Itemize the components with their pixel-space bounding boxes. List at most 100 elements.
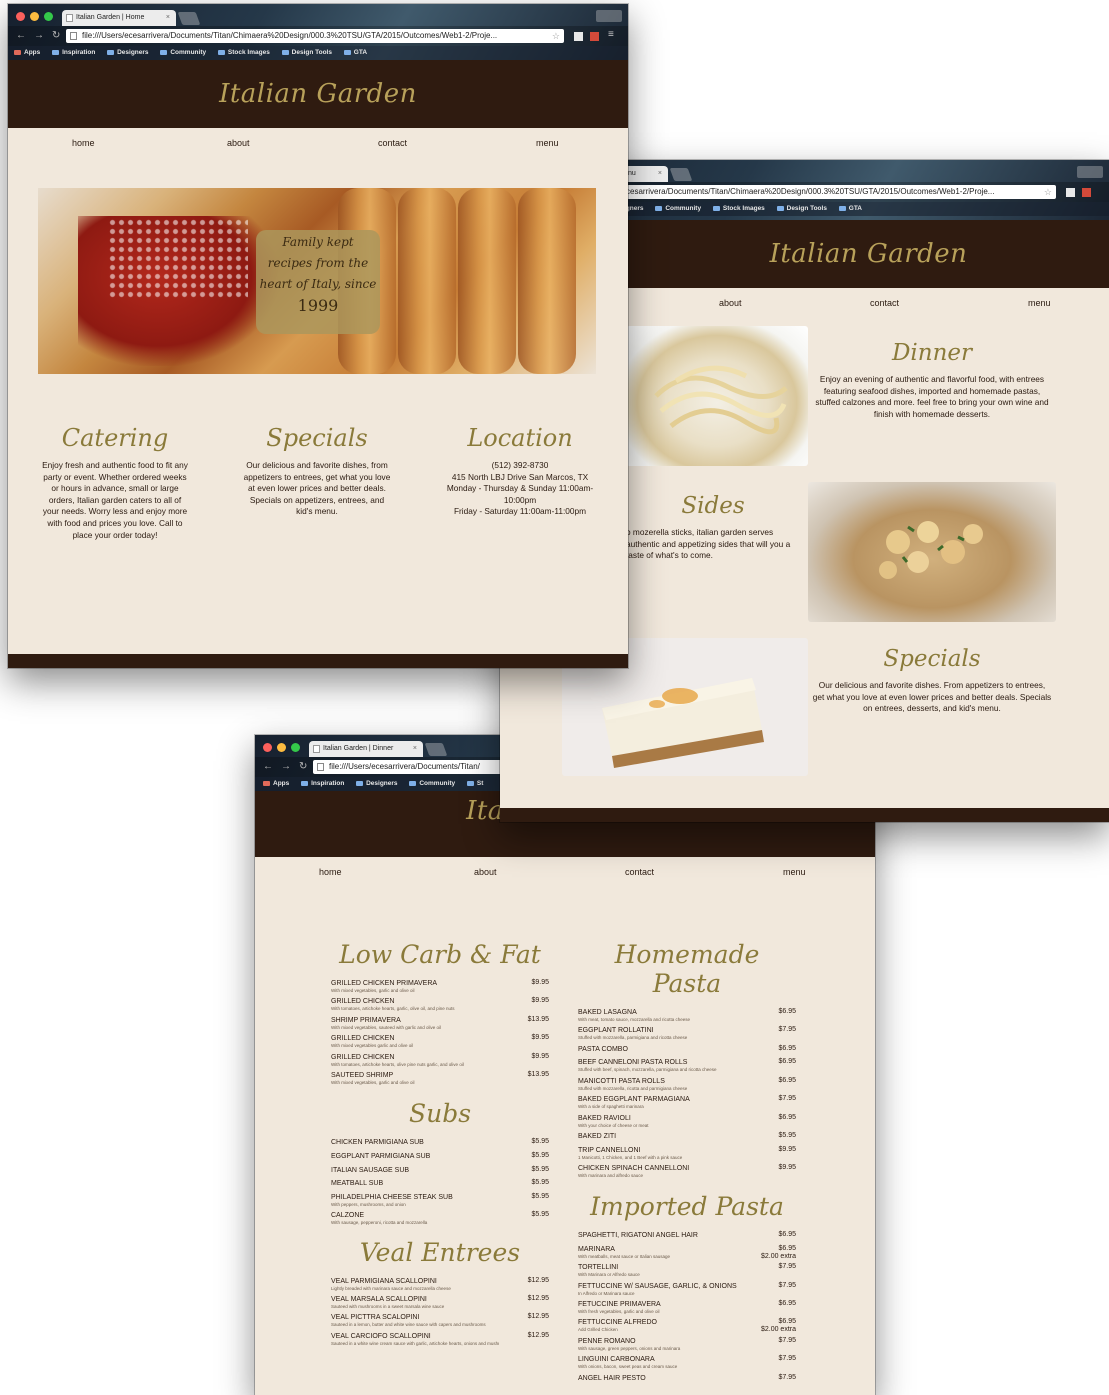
tab-dinner[interactable]: Italian Garden | Dinner ×	[309, 741, 423, 757]
item-name: Tortellini	[578, 1264, 619, 1272]
menu-item: Penne Romano With sausage, green peppers,…	[578, 1337, 796, 1355]
site-header: Italian Garden	[8, 60, 628, 128]
item-name: Marinara	[578, 1245, 615, 1253]
extension-icon[interactable]	[1082, 188, 1091, 197]
browser-chrome: Italian Garden | Home × ← → ↻ file:///Us…	[8, 4, 628, 60]
nav-menu-link[interactable]: menu	[783, 867, 806, 877]
back-arrow-icon[interactable]: ←	[263, 761, 273, 773]
nav-about-link[interactable]: about	[227, 138, 250, 148]
menu-item: Grilled Chicken With tomatoes, artichoke …	[331, 997, 549, 1015]
address-bar[interactable]: cesarrivera/Documents/Titan/Chimaera%20D…	[624, 185, 1056, 199]
tab-title: Italian Garden | Dinner	[323, 745, 394, 752]
item-desc: Stuffed with beef, spinach, mozzarella, …	[578, 1067, 717, 1073]
zoom-window-button[interactable]	[44, 12, 53, 21]
item-price: $7.95	[778, 1026, 796, 1034]
specials-text: Our delicious and favorite dishes, from …	[243, 460, 391, 517]
nav-contact-link[interactable]: contact	[378, 138, 407, 148]
item-price: $5.95	[531, 1165, 549, 1173]
bookmark-design-tools[interactable]: Design Tools	[281, 49, 332, 56]
nav-contact-link[interactable]: contact	[625, 867, 654, 877]
item-name: Chicken Parmigiana Sub	[331, 1139, 424, 1147]
bookmark-apps[interactable]: Apps	[14, 49, 40, 56]
menu-item: Linguini Carbonara With onions, bacon, sw…	[578, 1355, 796, 1373]
close-tab-icon[interactable]: ×	[658, 166, 662, 182]
tab-menu[interactable]: nu ×	[624, 166, 668, 182]
item-desc: In Alfredo or Marinara sauce	[578, 1290, 635, 1296]
item-name: Fetuccine Primavera	[578, 1301, 661, 1309]
extension-icon[interactable]	[1066, 188, 1075, 197]
bookmark-designers[interactable]: Designers	[356, 780, 398, 787]
specials-section: Specials Our delicious and favorite dish…	[812, 646, 1052, 715]
nav-contact-link[interactable]: contact	[870, 298, 899, 308]
bookmark-gta[interactable]: GTA	[343, 49, 367, 56]
item-price: $6.95	[778, 1300, 796, 1308]
menu-item: Eggplant Rollatini Stuffed with mozzarell…	[578, 1026, 796, 1044]
item-price: $9.95	[778, 1163, 796, 1171]
item-price: $13.95	[527, 1015, 549, 1023]
bookmark-community[interactable]: Community	[160, 49, 206, 56]
sides-text: o mozerella sticks, italian garden serve…	[626, 527, 791, 561]
bookmark-stock[interactable]: Stock Images	[217, 49, 270, 56]
new-tab-button[interactable]	[424, 743, 448, 756]
menu-left-column: Low Carb & Fat Grilled Chicken Primavera…	[331, 940, 549, 1350]
badge-line: Family kept	[282, 235, 354, 249]
nav-home-link[interactable]: home	[72, 138, 95, 148]
site-logo[interactable]: Italian Garden	[8, 60, 628, 128]
menu-item: Meatball Sub $5.95	[331, 1179, 549, 1193]
close-window-button[interactable]	[16, 12, 25, 21]
window-profile-button[interactable]	[1077, 166, 1103, 178]
bookmark-star-icon[interactable]: ☆	[552, 29, 560, 43]
new-tab-button[interactable]	[669, 168, 693, 181]
back-arrow-icon[interactable]: ←	[16, 30, 26, 42]
forward-arrow-icon[interactable]: →	[34, 30, 44, 42]
site-footer	[500, 808, 1109, 822]
bookmark-designers[interactable]: Designers	[107, 49, 149, 56]
address-bar[interactable]: file:///Users/ecesarrivera/Documents/Tit…	[66, 29, 564, 43]
menu-item: Trip Cannelloni 1 Manicotti, 1 Chicken, a…	[578, 1146, 796, 1164]
item-desc: With mixed vegetables, garlic and olive …	[331, 1079, 415, 1085]
bookmark-star-icon[interactable]: ☆	[1044, 185, 1052, 199]
bookmark-stock[interactable]: St	[466, 780, 483, 787]
page-icon	[313, 745, 320, 753]
reload-icon[interactable]: ↻	[299, 761, 307, 773]
menu-item: Baked Eggplant Parmagiana With a side of …	[578, 1095, 796, 1113]
bookmark-design-tools[interactable]: Design Tools	[776, 205, 827, 212]
reload-icon[interactable]: ↻	[52, 30, 60, 42]
close-tab-icon[interactable]: ×	[413, 741, 417, 757]
hamburger-menu-icon[interactable]: ≡	[608, 29, 614, 40]
item-price: $5.95	[531, 1192, 549, 1200]
item-desc: Sauteed with mushrooms in a sweet marsal…	[331, 1303, 445, 1309]
menu-item: Fettuccine Alfredo Add Grilled Chicken $6.…	[578, 1318, 796, 1336]
minimize-window-button[interactable]	[277, 743, 286, 752]
nav-menu-link[interactable]: menu	[536, 138, 559, 148]
close-window-button[interactable]	[263, 743, 272, 752]
minimize-window-button[interactable]	[30, 12, 39, 21]
nav-about-link[interactable]: about	[719, 298, 742, 308]
bookmark-inspiration[interactable]: Inspiration	[301, 780, 344, 787]
bookmark-stock[interactable]: Stock Images	[712, 205, 765, 212]
item-price: $7.95	[778, 1263, 796, 1271]
bookmark-inspiration[interactable]: Inspiration	[52, 49, 95, 56]
forward-arrow-icon[interactable]: →	[281, 761, 291, 773]
nav-menu-link[interactable]: menu	[1028, 298, 1051, 308]
zoom-window-button[interactable]	[291, 743, 300, 752]
close-tab-icon[interactable]: ×	[166, 10, 170, 26]
food-shape	[458, 188, 516, 374]
item-name: Meatball Sub	[331, 1180, 384, 1188]
tab-home[interactable]: Italian Garden | Home ×	[62, 10, 176, 26]
nav-about-link[interactable]: about	[474, 867, 497, 877]
bookmark-community[interactable]: Community	[409, 780, 455, 787]
extension-icon[interactable]	[574, 32, 583, 41]
bookmark-apps[interactable]: Apps	[263, 780, 289, 787]
window-profile-button[interactable]	[596, 10, 622, 22]
bookmark-community[interactable]: Community	[655, 205, 701, 212]
item-price: $9.95	[531, 1034, 549, 1042]
bookmark-gta[interactable]: GTA	[838, 205, 862, 212]
item-price: $6.95	[778, 1076, 796, 1084]
location-phone: (512) 392-8730	[491, 460, 549, 470]
nav-home-link[interactable]: home	[319, 867, 342, 877]
new-tab-button[interactable]	[177, 12, 201, 25]
food-shape	[518, 188, 576, 374]
extension-icon[interactable]	[590, 32, 599, 41]
location-hours-weekday: Monday - Thursday & Sunday 11:00am-10:00…	[446, 483, 594, 505]
